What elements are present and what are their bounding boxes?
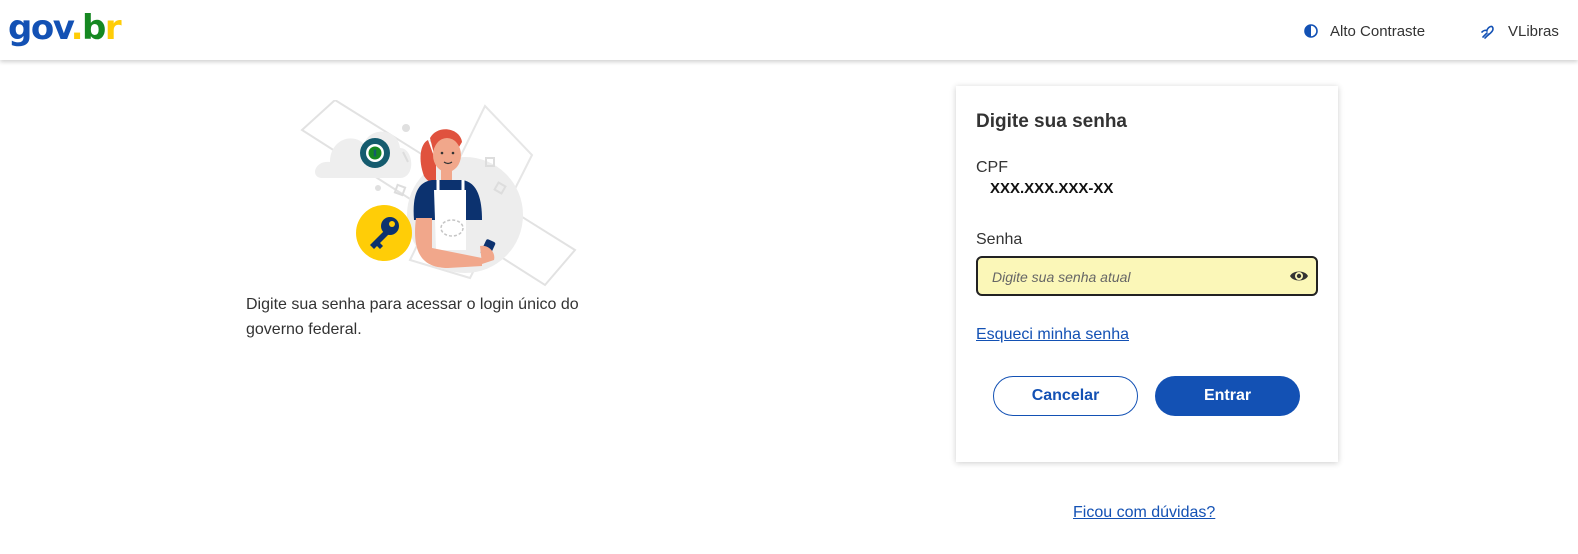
card-title: Digite sua senha [976, 111, 1127, 132]
vlibras-label: VLibras [1508, 22, 1559, 40]
logo-dot: . [70, 8, 84, 48]
vlibras-hand-icon [1481, 25, 1494, 39]
contrast-icon [1304, 24, 1318, 38]
password-card: Digite sua senha CPF XXX.XXX.XXX-XX Senh… [956, 86, 1338, 462]
enter-button[interactable]: Entrar [1155, 376, 1300, 416]
key-icon [356, 205, 412, 261]
help-link[interactable]: Ficou com dúvidas? [1073, 504, 1215, 522]
logo-letter-v: v [52, 8, 72, 48]
cpf-value: XXX.XXX.XXX-XX [990, 180, 1114, 197]
forgot-password-link[interactable]: Esqueci minha senha [976, 326, 1129, 344]
top-header: gov.br Alto Contraste VLibras [0, 0, 1578, 60]
logo-letter-r: r [104, 8, 122, 48]
high-contrast-label: Alto Contraste [1330, 22, 1426, 40]
password-field[interactable] [976, 256, 1318, 296]
intro-text: Digite sua senha para acessar o login ún… [246, 296, 579, 338]
govbr-logo[interactable]: gov.br [8, 8, 122, 48]
cpf-label: CPF [976, 159, 1008, 176]
logo-letter-o: o [30, 8, 54, 48]
lock-icon [360, 138, 390, 168]
cancel-button[interactable]: Cancelar [993, 376, 1138, 416]
high-contrast-button[interactable]: Alto Contraste [1304, 20, 1425, 42]
logo-letter-b: b [82, 8, 106, 48]
login-illustration [300, 100, 577, 287]
vlibras-button[interactable]: VLibras [1480, 20, 1559, 42]
password-label: Senha [976, 231, 1023, 248]
eye-icon[interactable] [1289, 267, 1309, 285]
logo-letter-g: g [8, 8, 32, 48]
password-input[interactable] [992, 266, 1282, 288]
